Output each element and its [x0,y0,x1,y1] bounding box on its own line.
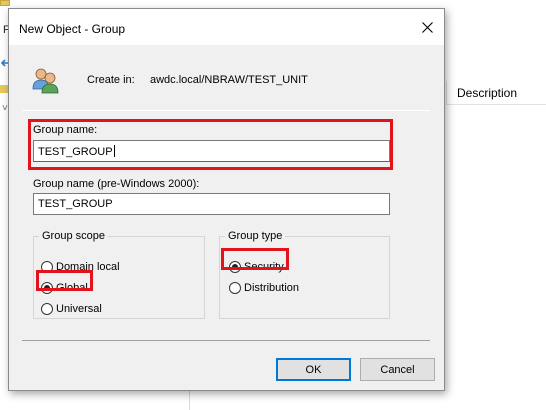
pre2000-name-input[interactable]: TEST_GROUP [33,193,390,215]
close-icon [421,21,433,33]
create-in-label: Create in: [87,74,135,86]
group-icon [31,67,61,95]
radio-global[interactable]: Global [41,282,88,294]
radio-label: Distribution [244,282,300,294]
radio-domain-local[interactable]: Domain local [41,261,120,273]
separator [22,340,430,341]
separator [22,110,430,111]
radio-button[interactable] [41,303,53,315]
pre2000-name-label: Group name (pre-Windows 2000): [33,178,200,190]
background-titlebar [0,0,546,8]
folder-icon [0,0,10,6]
radio-button[interactable] [41,282,53,294]
radio-label: Global [56,282,88,294]
close-button[interactable] [413,13,441,41]
text-caret [113,145,115,157]
column-divider[interactable] [446,81,447,105]
group-name-label: Group name: [33,124,98,136]
radio-distribution[interactable]: Distribution [229,282,299,294]
group-type-legend: Group type [225,230,286,242]
group-scope-groupbox: Group scope Domain local Global Universa… [33,230,205,319]
radio-button[interactable] [41,261,53,273]
new-object-group-dialog: New Object - Group Create in: awdc.local… [8,8,445,391]
group-name-value: TEST_GROUP [38,146,113,158]
radio-label: Security [244,261,284,273]
radio-security[interactable]: Security [229,261,284,273]
description-column-header[interactable]: Description [457,86,517,100]
dialog-title: New Object - Group [19,22,126,36]
cancel-button[interactable]: Cancel [360,358,435,381]
ok-button[interactable]: OK [276,358,351,381]
group-type-groupbox: Group type Security Distribution [219,230,390,319]
radio-button[interactable] [229,282,241,294]
group-scope-legend: Group scope [39,230,108,242]
pre2000-name-value: TEST_GROUP [38,198,113,210]
radio-label: Universal [56,303,102,315]
chevron-icon[interactable]: ˅ [2,103,8,114]
create-in-path: awdc.local/NBRAW/TEST_UNIT [150,74,308,86]
radio-button[interactable] [229,261,241,273]
group-name-input[interactable]: TEST_GROUP [33,140,390,162]
dialog-titlebar[interactable]: New Object - Group [9,9,444,45]
radio-label: Domain local [56,261,120,273]
radio-universal[interactable]: Universal [41,303,102,315]
